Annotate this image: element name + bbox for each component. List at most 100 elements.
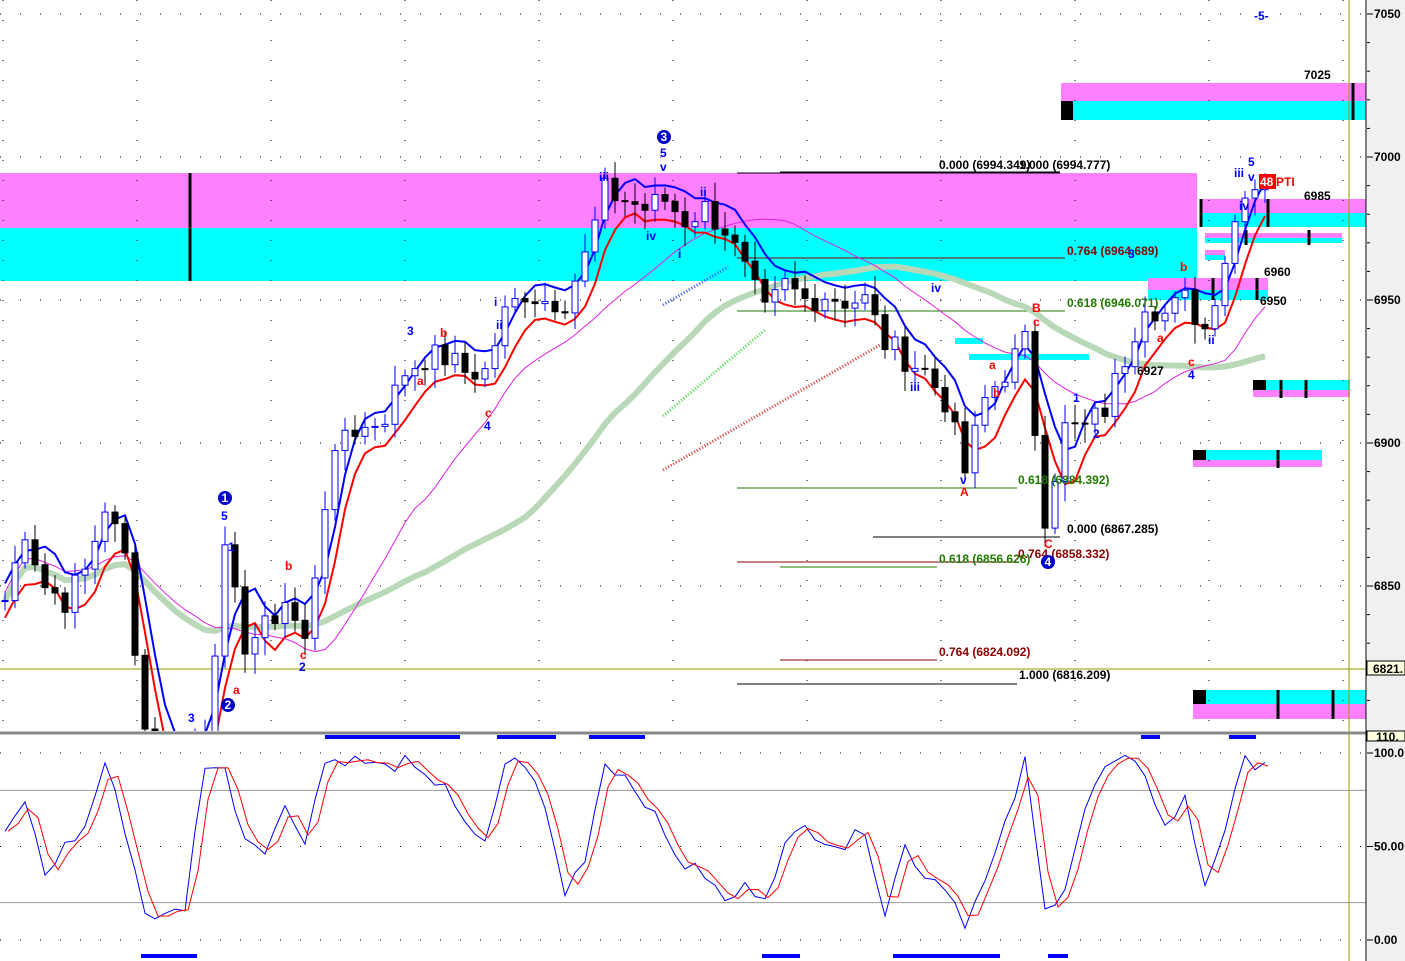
wave-label: b [1180, 260, 1187, 274]
candle-body [601, 177, 609, 221]
candle-body [182, 756, 188, 768]
candle-body [971, 424, 979, 474]
wave-label: iii [910, 380, 920, 394]
candle-body [451, 352, 459, 366]
price-axis-label: 6950 [1374, 293, 1401, 307]
target-zone [1205, 238, 1342, 243]
candle-body [381, 423, 389, 427]
wave-label: b [285, 559, 292, 573]
wave-label: iv [931, 281, 941, 295]
signal-bar [589, 735, 645, 739]
fib-label: 0.764 (6964.689) [1067, 244, 1158, 258]
target-zone [1205, 255, 1225, 260]
candle-body [821, 298, 829, 312]
candle-body [121, 523, 129, 554]
wave-label: 3 [188, 711, 195, 725]
candle-body [1211, 305, 1219, 330]
candle-body [21, 539, 29, 564]
candle-body [491, 345, 499, 370]
candle-body [431, 344, 439, 370]
candle-body [1141, 311, 1149, 343]
wave-label: 4 [1188, 368, 1195, 382]
target-zone [1205, 233, 1342, 238]
candle-body [471, 371, 479, 380]
candle-body [111, 511, 119, 525]
candle-body [371, 425, 379, 428]
candle-body [901, 336, 909, 372]
price-pane [0, 0, 1366, 768]
wave-label: 2 [225, 698, 232, 712]
osc-axis-label: 0.00 [1374, 933, 1398, 947]
fib-label: 1.000 (6816.209) [1019, 668, 1110, 682]
candle-body [241, 586, 249, 655]
candle-body [761, 278, 769, 303]
candle-body [781, 278, 789, 291]
candle-body [361, 426, 369, 437]
candle-body [531, 301, 539, 305]
wave-label: 1 [222, 491, 229, 505]
candle-body [651, 194, 659, 211]
wave-label: v [660, 160, 667, 174]
candle-body [421, 368, 429, 371]
candle-body [91, 540, 99, 570]
moving-average-slow [2, 263, 1266, 635]
trading-chart: 0.000 (6994.349)1.000 (6994.777) 0.764 (6… [0, 0, 1405, 961]
wave-label: a [989, 358, 996, 372]
candle-body [771, 289, 779, 303]
candle-body [841, 300, 849, 309]
wave-label: a [417, 374, 424, 388]
wave-label: a [1157, 331, 1164, 345]
candle-body [1251, 189, 1259, 199]
candle-body [731, 234, 739, 243]
candle-body [192, 744, 198, 756]
price-axis-label: 7050 [1374, 7, 1401, 21]
wave-label: iii [599, 170, 609, 184]
candle-body [1051, 480, 1059, 529]
candle-body [561, 311, 569, 314]
signal-bar [325, 735, 460, 739]
wave-label: 1 [1073, 391, 1080, 405]
candle-body [721, 228, 729, 236]
candle-body [1201, 323, 1209, 330]
candle-body [291, 602, 299, 621]
wave-label: -5- [1254, 9, 1269, 23]
osc-axis-label: 100.0 [1374, 746, 1404, 760]
wave-label: i [678, 247, 681, 261]
price-target-label: 7025 [1304, 68, 1331, 82]
wave-label: ii [1208, 333, 1215, 347]
candle-body [691, 221, 699, 228]
candle-body [511, 297, 519, 308]
wave-label: 3 [1128, 247, 1135, 261]
zone-marker [1193, 450, 1206, 460]
wave-label: b [993, 386, 1000, 400]
wave-label: 2 [299, 660, 306, 674]
fib-label: 0.618 (6946.071) [1067, 296, 1158, 310]
wave-label: a [233, 683, 240, 697]
wave-label: 5 [660, 146, 667, 160]
candle-body [981, 397, 989, 426]
stochastic-d-line [7, 757, 1269, 917]
candle-body [141, 654, 149, 730]
target-zone [1061, 83, 1366, 101]
price-axis-background [1367, 0, 1405, 961]
price-target-label: 6960 [1264, 265, 1291, 279]
candle-body [281, 602, 289, 624]
wave-label: 5 [221, 509, 228, 523]
candle-body [481, 368, 489, 380]
candle-body [551, 300, 559, 313]
price-axis-label: 7000 [1374, 150, 1401, 164]
price-target-label: 6985 [1304, 189, 1331, 203]
candle-body [871, 294, 879, 316]
current-price-value: 6821. [1373, 662, 1403, 676]
candle-body [701, 201, 709, 223]
candle-body [541, 300, 549, 305]
projection-line [662, 343, 881, 472]
signal-bar [141, 954, 197, 958]
candle-body [351, 429, 359, 437]
candle-body [131, 552, 139, 656]
candle-body [641, 203, 649, 211]
candle-body [811, 297, 819, 312]
wave-label: i [494, 295, 497, 309]
candle-body [1111, 372, 1119, 417]
candle-body [271, 615, 279, 624]
